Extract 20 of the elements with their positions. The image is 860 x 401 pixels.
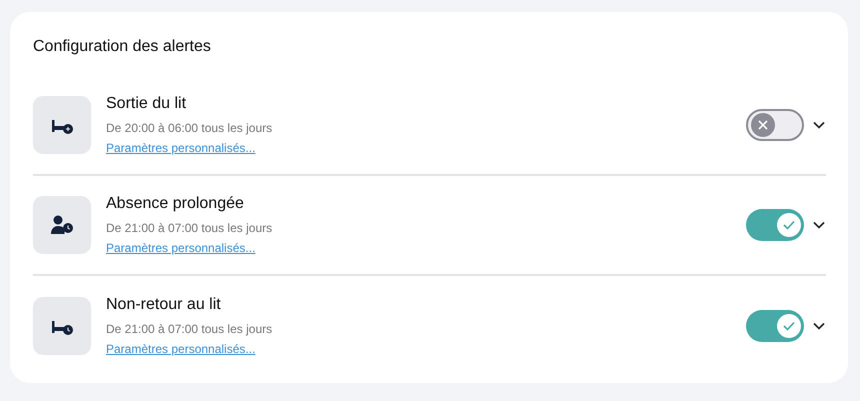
toggle-switch[interactable] [746, 310, 804, 342]
settings-link[interactable]: Paramètres personnalisés... [106, 341, 256, 357]
person-clock-icon [51, 215, 73, 235]
card-title: Configuration des alertes [33, 37, 212, 57]
toggle-switch[interactable] [746, 209, 804, 241]
close-icon [758, 120, 768, 130]
settings-link[interactable]: Paramètres personnalisés... [106, 240, 256, 256]
toggle-switch[interactable] [746, 109, 804, 141]
alert-name: Sortie du lit [106, 94, 186, 114]
alert-schedule: De 20:00 à 06:00 tous les jours [106, 120, 272, 136]
check-icon [783, 220, 795, 230]
chevron-down-icon [813, 322, 825, 330]
chevron-down-icon [813, 121, 825, 129]
alert-name: Non-retour au lit [106, 295, 221, 315]
check-icon [783, 321, 795, 331]
chevron-down-icon [813, 221, 825, 229]
alert-name: Absence prolongée [106, 194, 244, 214]
alert-schedule: De 21:00 à 07:00 tous les jours [106, 220, 272, 236]
settings-link[interactable]: Paramètres personnalisés... [106, 140, 256, 156]
alert-schedule: De 21:00 à 07:00 tous les jours [106, 321, 272, 337]
